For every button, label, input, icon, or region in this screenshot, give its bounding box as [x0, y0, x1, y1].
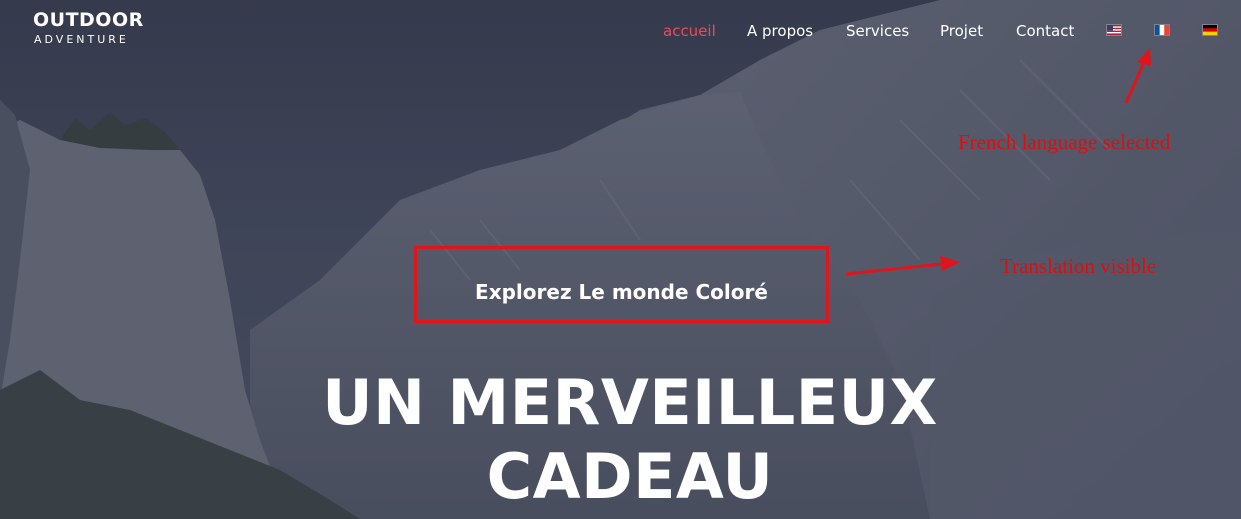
- hero-headline: UN MERVEILLEUX CADEAU: [230, 366, 1030, 514]
- logo-line-1: OUTDOOR: [33, 9, 144, 31]
- nav-item-accueil[interactable]: accueil: [663, 22, 716, 40]
- annotation-translation-visible: Translation visible: [1000, 254, 1157, 278]
- france-flag-icon[interactable]: [1155, 25, 1169, 35]
- nav-item-contact[interactable]: Contact: [1016, 22, 1074, 40]
- us-flag-icon[interactable]: [1107, 25, 1121, 35]
- hero-subtitle: Explorez Le monde Coloré: [475, 280, 768, 304]
- nav-item-projet[interactable]: Projet: [940, 22, 983, 40]
- hero-headline-line-1: UN MERVEILLEUX: [322, 366, 938, 439]
- nav-item-a-propos[interactable]: A propos: [747, 22, 813, 40]
- germany-flag-icon[interactable]: [1203, 25, 1217, 35]
- hero-section: OUTDOOR ADVENTURE accueil A propos Servi…: [0, 0, 1241, 519]
- site-logo[interactable]: OUTDOOR ADVENTURE: [33, 9, 144, 46]
- annotation-french-selected: French language selected: [958, 130, 1171, 154]
- logo-line-2: ADVENTURE: [34, 33, 129, 46]
- hero-headline-line-2: CADEAU: [486, 440, 774, 513]
- nav-item-services[interactable]: Services: [846, 22, 909, 40]
